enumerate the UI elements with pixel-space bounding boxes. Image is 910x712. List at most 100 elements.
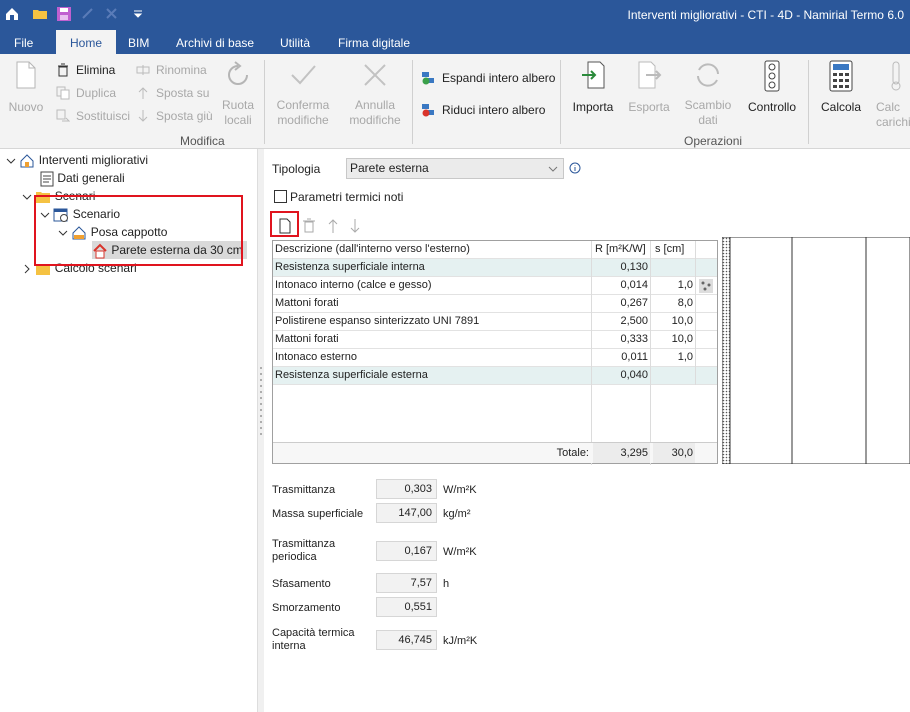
annulla-modifiche-button[interactable]: Annulla modifiche [342,60,408,128]
espandi-albero-button[interactable]: Espandi intero albero [422,68,555,88]
cell-descrizione[interactable]: Mattoni forati [273,295,591,313]
tree-panel: Interventi migliorativi Dati generali Sc… [0,149,258,712]
cell-descrizione[interactable]: Intonaco esterno [273,349,591,367]
tipologia-label: Tipologia [272,162,321,176]
cell-descrizione[interactable]: Intonaco interno (calce e gesso) [273,277,591,295]
parametri-checkbox[interactable] [274,190,287,203]
parametri-label: Parametri termici noti [290,190,404,204]
smorzamento-label: Smorzamento [272,602,341,614]
splitter-grip-icon [260,367,262,435]
cell-descrizione[interactable]: Mattoni forati [273,331,591,349]
cell-r[interactable]: 0,011 [593,349,650,367]
cell-s[interactable] [653,259,695,277]
new-document-icon [16,61,36,89]
riduci-label: Riduci intero albero [442,103,546,117]
cell-s[interactable]: 10,0 [653,331,695,349]
conferma-modifiche-button[interactable]: Conferma modifiche [270,60,336,128]
window-title: Interventi migliorativi - CTI - 4D - Nam… [627,8,904,22]
riduci-albero-button[interactable]: Riduci intero albero [422,100,545,120]
tipologia-dropdown[interactable]: Parete esterna [346,158,564,179]
scambio-label-1: Scambio [684,98,732,112]
tab-archivi[interactable]: Archivi di base [168,30,262,54]
cell-s[interactable]: 8,0 [653,295,695,313]
nuovo-button[interactable]: Nuovo [4,60,48,115]
controllo-button[interactable]: Controllo [742,60,802,115]
conferma-label-1: Conferma [276,98,330,112]
open-folder-icon[interactable] [32,6,48,22]
cell-r[interactable]: 0,014 [593,277,650,295]
tab-file[interactable]: File [6,30,41,54]
ribbon-separator [264,60,265,144]
tipologia-value: Parete esterna [350,161,429,175]
scambio-dati-button[interactable]: Scambio dati [680,60,736,128]
elimina-button[interactable]: Elimina [56,60,115,80]
header-r[interactable]: R [m²K/W] [593,241,651,259]
calcola-carichi-label-2: carichi [876,115,910,129]
replace-icon [56,109,70,122]
cell-descrizione[interactable]: Resistenza superficiale interna [273,259,591,277]
cell-s[interactable] [653,367,695,385]
traffic-light-icon [764,60,780,92]
arrow-up-icon[interactable] [326,218,340,234]
tab-firma[interactable]: Firma digitale [330,30,418,54]
tree-item-dati-generali[interactable]: Dati generali [40,169,125,187]
header-descrizione[interactable]: Descrizione (dall'interno verso l'estern… [273,241,591,259]
group-label-operazioni: Operazioni [684,134,743,148]
redo-icon[interactable] [104,6,120,22]
cell-r[interactable]: 0,333 [593,331,650,349]
panel-splitter[interactable] [258,149,264,712]
cell-r[interactable]: 0,130 [593,259,650,277]
cell-descrizione[interactable]: Resistenza superficiale esterna [273,367,591,385]
capacita-unit: kJ/m²K [443,635,478,647]
cell-s[interactable]: 10,0 [653,313,695,331]
duplica-label: Duplica [76,86,117,100]
cancel-x-icon [364,64,386,86]
chevron-down-icon[interactable] [22,192,32,202]
save-icon[interactable] [56,6,72,22]
rinomina-button[interactable]: Rinomina [136,60,207,80]
stratigraphy-table: Descrizione (dall'interno verso l'estern… [272,240,718,465]
wall-section-preview [722,237,910,464]
cell-s[interactable]: 1,0 [653,349,695,367]
tree-item-dati-generali-label: Dati generali [57,171,125,185]
importa-button[interactable]: Importa [566,60,620,115]
tree-root[interactable]: Interventi migliorativi [6,151,148,169]
ruota-locali-button[interactable]: Ruota locali [216,60,260,128]
calcola-button[interactable]: Calcola [814,60,868,115]
capacita-label-2: interna [272,640,306,652]
column-divider [591,241,592,465]
sposta-su-button[interactable]: Sposta su [136,83,209,103]
tab-bim[interactable]: BIM [120,30,157,54]
undo-icon[interactable] [80,6,96,22]
cell-r[interactable]: 0,040 [593,367,650,385]
sostituisci-button[interactable]: Sostituisci [56,106,130,126]
chevron-right-icon[interactable] [22,264,32,274]
trash-icon[interactable] [302,218,316,234]
calcola-carichi-label-1: Calc [876,100,901,114]
calcola-carichi-button[interactable]: Calc carichi [872,60,910,130]
cell-r[interactable]: 0,267 [593,295,650,313]
chevron-down-icon[interactable] [6,156,16,166]
info-icon[interactable] [569,162,581,174]
sposta-su-label: Sposta su [156,86,210,100]
totale-label: Totale: [556,447,589,459]
customize-toolbar-icon[interactable] [130,6,146,22]
ribbon-tabs: File Home BIM Archivi di base Utilità Fi… [0,30,910,54]
cell-descrizione[interactable]: Polistirene espanso sinterizzato UNI 789… [273,313,591,331]
export-icon [638,61,662,89]
arrow-down-icon [138,110,148,122]
esporta-button[interactable]: Esporta [624,60,674,115]
arrow-down-icon[interactable] [348,218,362,234]
tab-home[interactable]: Home [56,30,116,54]
controllo-label: Controllo [747,100,797,114]
elimina-label: Elimina [76,63,116,77]
thermometer-icon [891,61,901,91]
duplica-button[interactable]: Duplica [56,83,116,103]
cell-s[interactable]: 1,0 [653,277,695,295]
cell-r[interactable]: 2,500 [593,313,650,331]
ribbon: Nuovo Elimina Duplica Sostituisci Rinomi… [0,54,910,149]
sposta-giu-button[interactable]: Sposta giù [136,106,213,126]
tab-utilita[interactable]: Utilità [272,30,318,54]
material-texture-icon[interactable] [699,279,713,293]
header-s[interactable]: s [cm] [653,241,697,259]
